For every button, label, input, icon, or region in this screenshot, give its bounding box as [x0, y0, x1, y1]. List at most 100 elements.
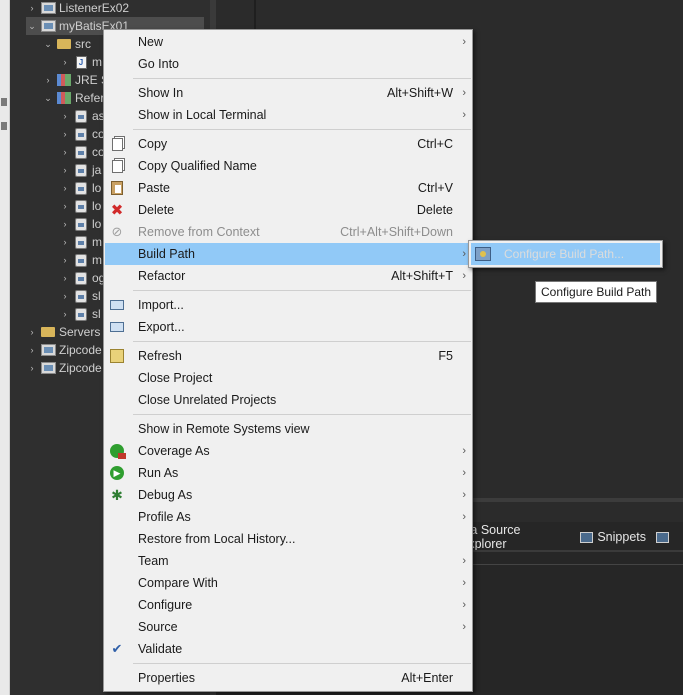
chevron-right-icon[interactable]: › — [59, 309, 71, 319]
chevron-right-icon[interactable]: › — [59, 165, 71, 175]
menu-item-coverage-as[interactable]: Coverage As › — [105, 440, 471, 462]
menu-item-label: Compare With — [138, 576, 218, 590]
menu-item-label: Show in Remote Systems view — [138, 422, 310, 436]
project-icon — [40, 361, 56, 375]
menu-item-label: Close Unrelated Projects — [138, 393, 277, 407]
tree-item-label: m — [92, 253, 102, 267]
chevron-right-icon[interactable]: › — [26, 363, 38, 373]
menu-item-label: Run As — [138, 466, 179, 480]
jar-icon — [73, 145, 89, 159]
chevron-right-icon[interactable]: › — [26, 3, 38, 13]
submenu-arrow-icon: › — [462, 555, 466, 567]
menu-item-shortcut: Alt+Shift+T — [391, 269, 453, 283]
tab-snippets[interactable]: Snippets — [580, 530, 646, 544]
chevron-right-icon[interactable]: › — [59, 291, 71, 301]
copy-icon — [109, 136, 125, 152]
tree-item-label: m — [92, 235, 102, 249]
menu-item-delete[interactable]: ✖ Delete Delete — [105, 199, 471, 221]
remove-from-context-icon: ⊘ — [111, 224, 123, 239]
chevron-right-icon[interactable]: › — [59, 273, 71, 283]
submenu-arrow-icon: › — [462, 621, 466, 633]
run-icon: ▶ — [109, 465, 125, 481]
menu-item-properties[interactable]: Properties Alt+Enter — [105, 667, 471, 689]
chevron-down-icon[interactable]: ⌄ — [26, 21, 38, 32]
menu-item-label: Profile As — [138, 510, 191, 524]
menu-item-remove-from-context: ⊘ Remove from Context Ctrl+Alt+Shift+Down — [105, 221, 471, 243]
menu-item-run-as[interactable]: ▶ Run As › — [105, 462, 471, 484]
chevron-right-icon[interactable]: › — [59, 219, 71, 229]
chevron-down-icon[interactable]: ⌄ — [42, 39, 54, 50]
library-icon — [56, 91, 72, 105]
left-edge-mark — [1, 98, 7, 106]
project-icon — [40, 343, 56, 357]
tree-item[interactable]: › ListenerEx02 — [26, 0, 204, 17]
menu-item-profile-as[interactable]: Profile As › — [105, 506, 471, 528]
menu-item-build-path[interactable]: Build Path › — [105, 243, 471, 265]
chevron-right-icon[interactable]: › — [59, 147, 71, 157]
folder-icon — [40, 325, 56, 339]
menu-item-refresh[interactable]: Refresh F5 — [105, 345, 471, 367]
chevron-right-icon[interactable]: › — [59, 255, 71, 265]
menu-item-label: Remove from Context — [138, 225, 260, 239]
menu-item-go-into[interactable]: Go Into — [105, 53, 471, 75]
menu-item-show-in-local-terminal[interactable]: Show in Local Terminal › — [105, 104, 471, 126]
chevron-down-icon[interactable]: ⌄ — [42, 93, 54, 104]
jar-icon — [73, 217, 89, 231]
menu-item-validate[interactable]: ✔ Validate — [105, 638, 471, 660]
menu-item-label: Restore from Local History... — [138, 532, 296, 546]
checkmark-icon: ✔ — [111, 641, 123, 656]
tree-item-label: ListenerEx02 — [59, 1, 130, 15]
menu-item-configure[interactable]: Configure › — [105, 594, 471, 616]
configure-build-path-item[interactable]: Configure Build Path... — [471, 243, 660, 265]
chevron-right-icon[interactable]: › — [59, 201, 71, 211]
menu-item-export[interactable]: Export... — [105, 316, 471, 338]
menu-item-show-in-remote-systems-view[interactable]: Show in Remote Systems view — [105, 418, 471, 440]
chevron-right-icon[interactable]: › — [59, 57, 71, 67]
chevron-right-icon[interactable]: › — [26, 327, 38, 337]
menu-item-refactor[interactable]: Refactor Alt+Shift+T › — [105, 265, 471, 287]
chevron-right-icon[interactable]: › — [59, 111, 71, 121]
menu-item-import[interactable]: Import... — [105, 294, 471, 316]
menu-item-compare-with[interactable]: Compare With › — [105, 572, 471, 594]
submenu-arrow-icon: › — [462, 36, 466, 48]
menu-item-paste[interactable]: Paste Ctrl+V — [105, 177, 471, 199]
paste-icon — [109, 180, 125, 196]
menu-item-team[interactable]: Team › — [105, 550, 471, 572]
tab-data-source-explorer[interactable]: ata Source Explorer — [460, 523, 570, 551]
tree-item-label: sl — [92, 307, 101, 321]
jar-icon — [73, 163, 89, 177]
menu-item-shortcut: Delete — [416, 203, 453, 217]
build-path-submenu: Configure Build Path... — [468, 240, 663, 268]
chevron-right-icon[interactable]: › — [59, 183, 71, 193]
tree-item-label: lo — [92, 181, 102, 195]
export-icon — [109, 319, 125, 335]
menu-item-shortcut: F5 — [438, 349, 453, 363]
menu-item-copy-qualified-name[interactable]: Copy Qualified Name — [105, 155, 471, 177]
menu-item-close-unrelated-projects[interactable]: Close Unrelated Projects — [105, 389, 471, 411]
tree-item-label: Zipcode — [59, 343, 102, 357]
menu-item-shortcut: Ctrl+Alt+Shift+Down — [340, 225, 453, 239]
chevron-right-icon[interactable]: › — [26, 345, 38, 355]
chevron-right-icon[interactable]: › — [59, 237, 71, 247]
jar-icon — [73, 307, 89, 321]
menu-item-debug-as[interactable]: ✱ Debug As › — [105, 484, 471, 506]
menu-item-restore-from-local-history[interactable]: Restore from Local History... — [105, 528, 471, 550]
chevron-right-icon[interactable]: › — [59, 129, 71, 139]
tab-overflow[interactable] — [656, 531, 673, 543]
chevron-right-icon[interactable]: › — [42, 75, 54, 85]
submenu-arrow-icon: › — [462, 248, 466, 260]
jar-icon — [73, 289, 89, 303]
menu-item-new[interactable]: New › — [105, 31, 471, 53]
menu-item-close-project[interactable]: Close Project — [105, 367, 471, 389]
menu-item-show-in[interactable]: Show In Alt+Shift+W › — [105, 82, 471, 104]
menu-item-source[interactable]: Source › — [105, 616, 471, 638]
jar-icon — [73, 271, 89, 285]
menu-separator — [133, 78, 471, 79]
menu-item-copy[interactable]: Copy Ctrl+C — [105, 133, 471, 155]
context-menu: New › Go Into Show In Alt+Shift+W › Show in Lo… — [103, 29, 473, 692]
menu-item-label: Close Project — [138, 371, 213, 385]
delete-icon: ✖ — [110, 202, 124, 219]
submenu-arrow-icon: › — [462, 577, 466, 589]
tree-item-label: lo — [92, 217, 102, 231]
menu-item-label: Delete — [138, 203, 175, 217]
